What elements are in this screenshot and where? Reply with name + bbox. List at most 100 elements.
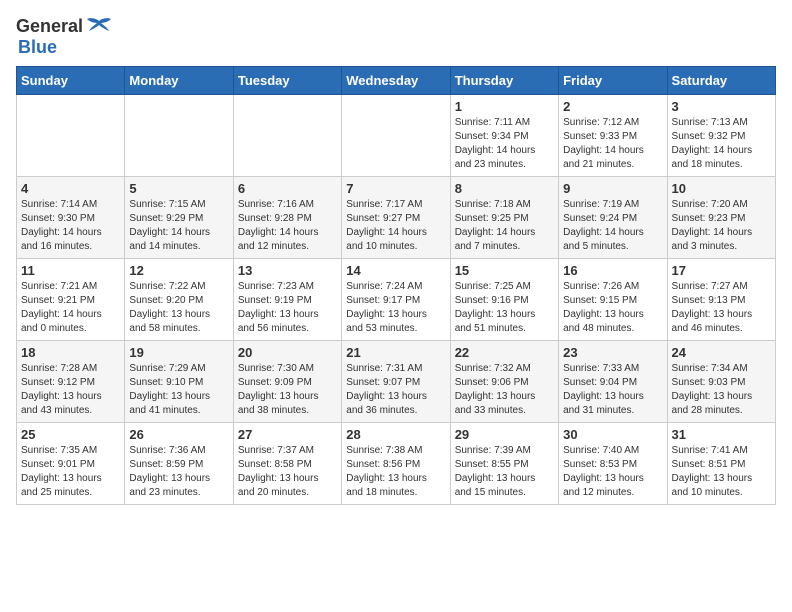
- day-info: Sunrise: 7:25 AMSunset: 9:16 PMDaylight:…: [455, 280, 554, 336]
- day-number: 18: [21, 345, 120, 360]
- day-number: 15: [455, 263, 554, 278]
- calendar-cell: 11 Sunrise: 7:21 AMSunset: 9:21 PMDayligh…: [17, 259, 125, 341]
- day-info: Sunrise: 7:16 AMSunset: 9:28 PMDaylight:…: [238, 198, 337, 254]
- calendar-cell: 6 Sunrise: 7:16 AMSunset: 9:28 PMDaylight…: [233, 177, 341, 259]
- calendar-week-row: 1 Sunrise: 7:11 AMSunset: 9:34 PMDaylight…: [17, 95, 776, 177]
- day-info: Sunrise: 7:19 AMSunset: 9:24 PMDaylight:…: [563, 198, 662, 254]
- calendar-cell: 2 Sunrise: 7:12 AMSunset: 9:33 PMDaylight…: [559, 95, 667, 177]
- day-info: Sunrise: 7:22 AMSunset: 9:20 PMDaylight:…: [129, 280, 228, 336]
- calendar-cell: 12 Sunrise: 7:22 AMSunset: 9:20 PMDayligh…: [125, 259, 233, 341]
- day-info: Sunrise: 7:33 AMSunset: 9:04 PMDaylight:…: [563, 362, 662, 418]
- day-info: Sunrise: 7:31 AMSunset: 9:07 PMDaylight:…: [346, 362, 445, 418]
- day-info: Sunrise: 7:41 AMSunset: 8:51 PMDaylight:…: [672, 444, 771, 500]
- day-number: 19: [129, 345, 228, 360]
- calendar-cell: 18 Sunrise: 7:28 AMSunset: 9:12 PMDayligh…: [17, 341, 125, 423]
- day-number: 1: [455, 99, 554, 114]
- calendar-cell: 5 Sunrise: 7:15 AMSunset: 9:29 PMDaylight…: [125, 177, 233, 259]
- day-info: Sunrise: 7:30 AMSunset: 9:09 PMDaylight:…: [238, 362, 337, 418]
- day-number: 23: [563, 345, 662, 360]
- day-info: Sunrise: 7:28 AMSunset: 9:12 PMDaylight:…: [21, 362, 120, 418]
- calendar-cell: 22Sunrise: 7:32 AMSunset: 9:06 PMDayligh…: [450, 341, 558, 423]
- day-number: 20: [238, 345, 337, 360]
- calendar-cell: 13 Sunrise: 7:23 AMSunset: 9:19 PMDayligh…: [233, 259, 341, 341]
- calendar-week-row: 25 Sunrise: 7:35 AMSunset: 9:01 PMDayligh…: [17, 423, 776, 505]
- day-info: Sunrise: 7:26 AMSunset: 9:15 PMDaylight:…: [563, 280, 662, 336]
- day-number: 22: [455, 345, 554, 360]
- day-number: 29: [455, 427, 554, 442]
- day-info: Sunrise: 7:37 AMSunset: 8:58 PMDaylight:…: [238, 444, 337, 500]
- calendar-cell: 14 Sunrise: 7:24 AMSunset: 9:17 PMDayligh…: [342, 259, 450, 341]
- calendar-cell: 24Sunrise: 7:34 AMSunset: 9:03 PMDayligh…: [667, 341, 775, 423]
- calendar-cell: 7 Sunrise: 7:17 AMSunset: 9:27 PMDaylight…: [342, 177, 450, 259]
- day-of-week-header: Tuesday: [233, 67, 341, 95]
- day-of-week-header: Friday: [559, 67, 667, 95]
- day-number: 13: [238, 263, 337, 278]
- day-number: 11: [21, 263, 120, 278]
- calendar-cell: 1 Sunrise: 7:11 AMSunset: 9:34 PMDaylight…: [450, 95, 558, 177]
- day-number: 25: [21, 427, 120, 442]
- calendar-cell: 31 Sunrise: 7:41 AMSunset: 8:51 PMDayligh…: [667, 423, 775, 505]
- calendar-cell: [233, 95, 341, 177]
- calendar-cell: 10Sunrise: 7:20 AMSunset: 9:23 PMDayligh…: [667, 177, 775, 259]
- day-info: Sunrise: 7:40 AMSunset: 8:53 PMDaylight:…: [563, 444, 662, 500]
- day-number: 28: [346, 427, 445, 442]
- calendar-cell: 19Sunrise: 7:29 AMSunset: 9:10 PMDayligh…: [125, 341, 233, 423]
- calendar-week-row: 4Sunrise: 7:14 AMSunset: 9:30 PMDaylight…: [17, 177, 776, 259]
- day-number: 9: [563, 181, 662, 196]
- day-number: 17: [672, 263, 771, 278]
- day-number: 6: [238, 181, 337, 196]
- day-info: Sunrise: 7:35 AMSunset: 9:01 PMDaylight:…: [21, 444, 120, 500]
- calendar-cell: 9 Sunrise: 7:19 AMSunset: 9:24 PMDaylight…: [559, 177, 667, 259]
- day-info: Sunrise: 7:18 AMSunset: 9:25 PMDaylight:…: [455, 198, 554, 254]
- day-number: 31: [672, 427, 771, 442]
- logo-blue-text: Blue: [18, 37, 57, 58]
- day-number: 24: [672, 345, 771, 360]
- day-of-week-header: Monday: [125, 67, 233, 95]
- day-info: Sunrise: 7:38 AMSunset: 8:56 PMDaylight:…: [346, 444, 445, 500]
- day-of-week-header: Wednesday: [342, 67, 450, 95]
- calendar-cell: 27 Sunrise: 7:37 AMSunset: 8:58 PMDayligh…: [233, 423, 341, 505]
- day-info: Sunrise: 7:36 AMSunset: 8:59 PMDaylight:…: [129, 444, 228, 500]
- day-number: 10: [672, 181, 771, 196]
- calendar-cell: 17 Sunrise: 7:27 AMSunset: 9:13 PMDayligh…: [667, 259, 775, 341]
- day-number: 27: [238, 427, 337, 442]
- calendar-cell: [125, 95, 233, 177]
- calendar-header-row: SundayMondayTuesdayWednesdayThursdayFrid…: [17, 67, 776, 95]
- calendar-cell: [17, 95, 125, 177]
- day-number: 14: [346, 263, 445, 278]
- day-info: Sunrise: 7:13 AMSunset: 9:32 PMDaylight:…: [672, 116, 771, 172]
- day-info: Sunrise: 7:23 AMSunset: 9:19 PMDaylight:…: [238, 280, 337, 336]
- calendar-cell: 25 Sunrise: 7:35 AMSunset: 9:01 PMDayligh…: [17, 423, 125, 505]
- day-number: 2: [563, 99, 662, 114]
- calendar-cell: 29 Sunrise: 7:39 AMSunset: 8:55 PMDayligh…: [450, 423, 558, 505]
- calendar-cell: 23 Sunrise: 7:33 AMSunset: 9:04 PMDayligh…: [559, 341, 667, 423]
- calendar-cell: 26Sunrise: 7:36 AMSunset: 8:59 PMDayligh…: [125, 423, 233, 505]
- day-of-week-header: Thursday: [450, 67, 558, 95]
- calendar-week-row: 18 Sunrise: 7:28 AMSunset: 9:12 PMDayligh…: [17, 341, 776, 423]
- day-number: 12: [129, 263, 228, 278]
- day-info: Sunrise: 7:24 AMSunset: 9:17 PMDaylight:…: [346, 280, 445, 336]
- calendar-cell: 28 Sunrise: 7:38 AMSunset: 8:56 PMDayligh…: [342, 423, 450, 505]
- calendar-cell: 15 Sunrise: 7:25 AMSunset: 9:16 PMDayligh…: [450, 259, 558, 341]
- header: General Blue: [16, 16, 776, 58]
- day-info: Sunrise: 7:21 AMSunset: 9:21 PMDaylight:…: [21, 280, 120, 336]
- day-number: 7: [346, 181, 445, 196]
- calendar-week-row: 11 Sunrise: 7:21 AMSunset: 9:21 PMDayligh…: [17, 259, 776, 341]
- day-number: 21: [346, 345, 445, 360]
- calendar-cell: 16 Sunrise: 7:26 AMSunset: 9:15 PMDayligh…: [559, 259, 667, 341]
- day-info: Sunrise: 7:27 AMSunset: 9:13 PMDaylight:…: [672, 280, 771, 336]
- calendar-cell: 8Sunrise: 7:18 AMSunset: 9:25 PMDaylight…: [450, 177, 558, 259]
- calendar-cell: [342, 95, 450, 177]
- calendar-cell: 3 Sunrise: 7:13 AMSunset: 9:32 PMDaylight…: [667, 95, 775, 177]
- day-info: Sunrise: 7:17 AMSunset: 9:27 PMDaylight:…: [346, 198, 445, 254]
- logo: General Blue: [16, 16, 113, 58]
- calendar-cell: 21 Sunrise: 7:31 AMSunset: 9:07 PMDayligh…: [342, 341, 450, 423]
- calendar-cell: 20 Sunrise: 7:30 AMSunset: 9:09 PMDayligh…: [233, 341, 341, 423]
- day-info: Sunrise: 7:39 AMSunset: 8:55 PMDaylight:…: [455, 444, 554, 500]
- day-number: 5: [129, 181, 228, 196]
- day-info: Sunrise: 7:11 AMSunset: 9:34 PMDaylight:…: [455, 116, 554, 172]
- day-number: 16: [563, 263, 662, 278]
- day-number: 3: [672, 99, 771, 114]
- day-info: Sunrise: 7:15 AMSunset: 9:29 PMDaylight:…: [129, 198, 228, 254]
- day-info: Sunrise: 7:12 AMSunset: 9:33 PMDaylight:…: [563, 116, 662, 172]
